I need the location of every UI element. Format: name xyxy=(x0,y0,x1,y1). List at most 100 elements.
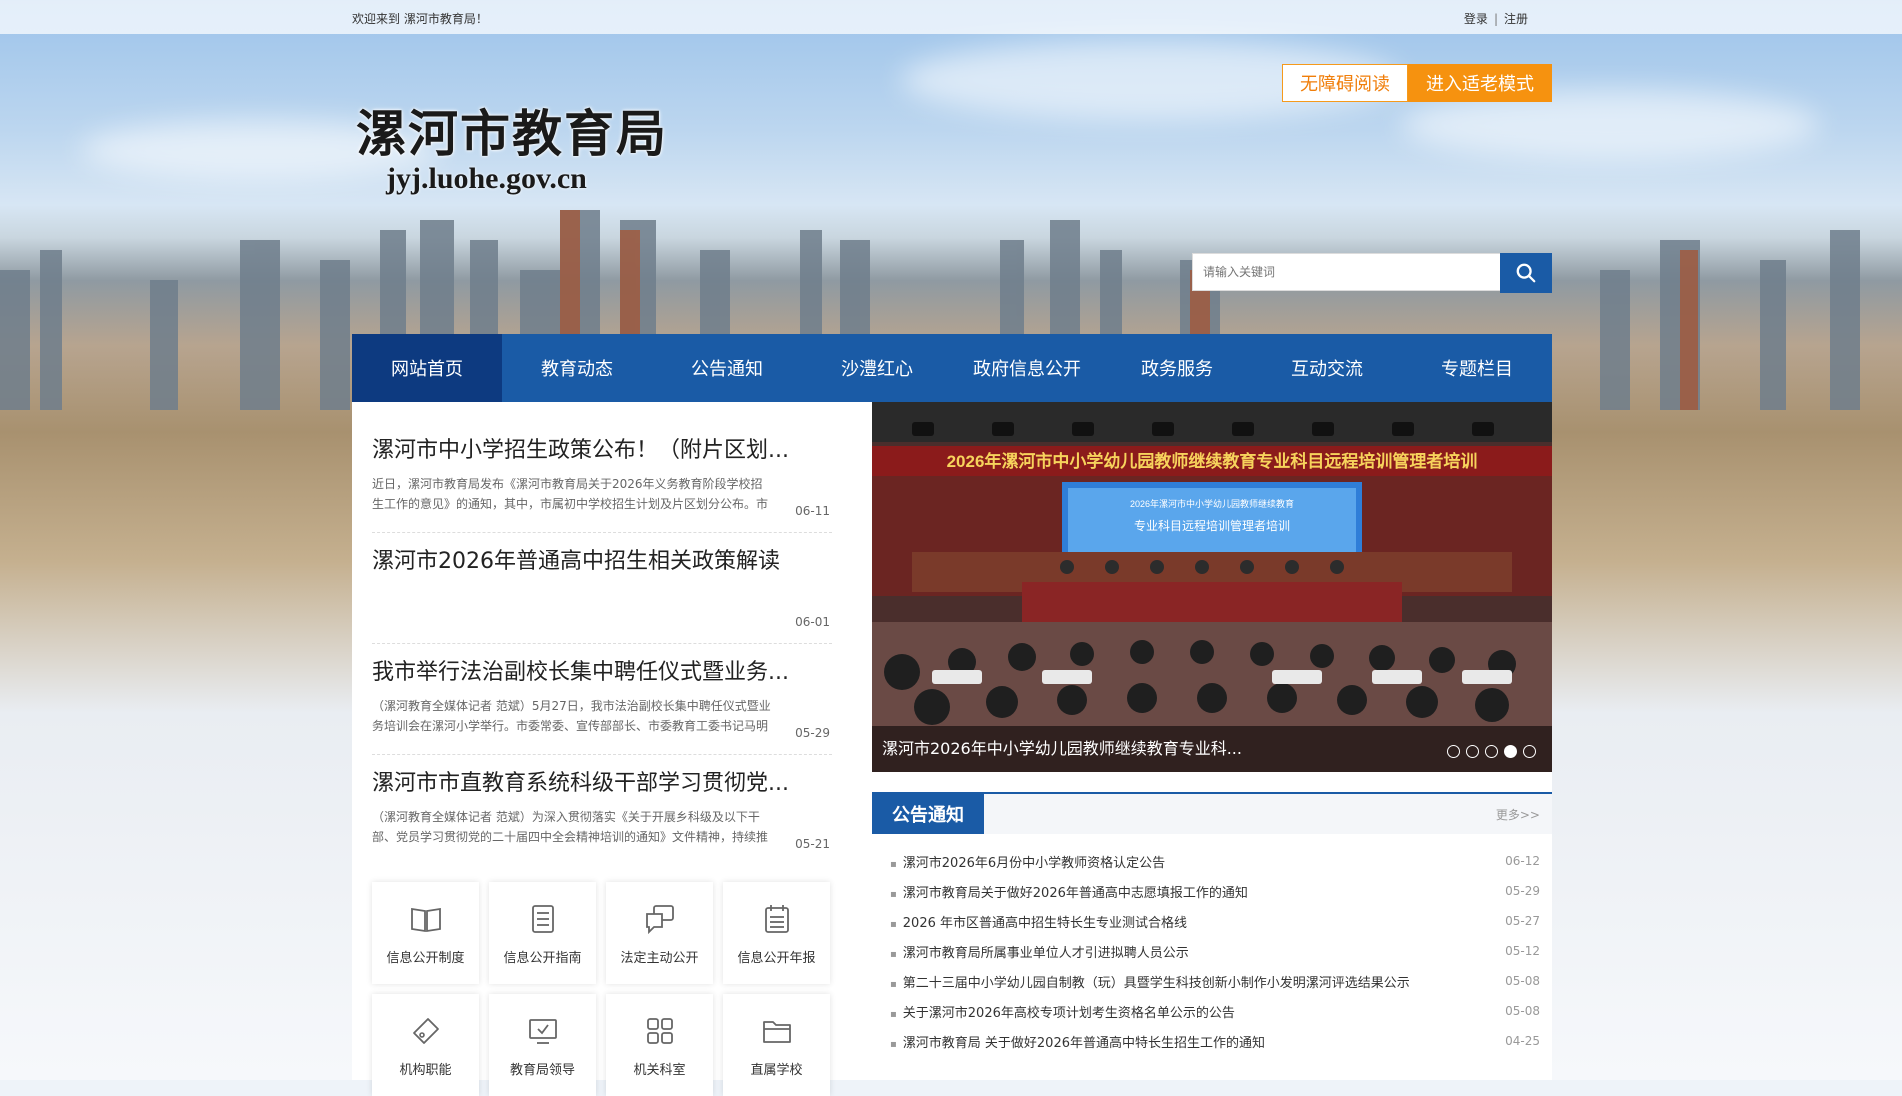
nav-home[interactable]: 网站首页 xyxy=(352,334,502,402)
notice-date: 05-29 xyxy=(1505,884,1540,898)
auth-separator: | xyxy=(1493,12,1498,26)
register-link[interactable]: 注册 xyxy=(1504,12,1528,26)
news-item: 漯河市2026年普通高中招生相关政策解读 06-01 xyxy=(372,533,832,644)
grid-item-label: 直属学校 xyxy=(750,1062,803,1078)
slide-screen-subtitle: 专业科目远程培训管理者培训 xyxy=(1134,518,1290,533)
nav-announcements[interactable]: 公告通知 xyxy=(652,334,802,402)
news-date: 06-01 xyxy=(795,615,830,629)
main-nav: 网站首页 教育动态 公告通知 沙澧红心 政府信息公开 政务服务 互动交流 专题栏… xyxy=(352,334,1552,402)
grid-item-disclosure-guide[interactable]: 信息公开指南 xyxy=(489,882,596,984)
notice-item: 漯河市2026年6月份中小学教师资格认定公告 06-12 xyxy=(890,846,1540,876)
notice-item: 关于漯河市2026年高校专项计划考生资格名单公示的公告 05-08 xyxy=(890,996,1540,1026)
nav-interaction[interactable]: 互动交流 xyxy=(1252,334,1402,402)
grid-item-label: 机构职能 xyxy=(399,1062,452,1078)
nav-gov-services[interactable]: 政务服务 xyxy=(1102,334,1252,402)
grid-icon xyxy=(646,1017,673,1044)
grid-item-disclosure-rules[interactable]: 信息公开制度 xyxy=(372,882,479,984)
news-item: 漯河市中小学招生政策公布！（附片区划... 近日，漯河市教育局发布《漯河市教育局… xyxy=(372,422,832,533)
grid-item-annual-report[interactable]: 信息公开年报 xyxy=(723,882,830,984)
slider-dot[interactable] xyxy=(1466,745,1479,758)
notice-title[interactable]: 2026 年市区普通高中招生特长生专业测试合格线 xyxy=(890,912,1187,931)
slider-dots xyxy=(1447,745,1536,758)
search-icon xyxy=(1516,263,1536,283)
monitor-icon xyxy=(528,1018,557,1044)
grid-item-functions[interactable]: 机构职能 xyxy=(372,994,479,1096)
grid-item-statutory-disclosure[interactable]: 法定主动公开 xyxy=(606,882,713,984)
notice-date: 05-08 xyxy=(1505,1004,1540,1018)
auth-links: 登录 | 注册 xyxy=(1464,10,1528,27)
grid-item-affiliated-schools[interactable]: 直属学校 xyxy=(723,994,830,1096)
notice-item: 漯河市教育局关于做好2026年普通高中志愿填报工作的通知 05-29 xyxy=(890,876,1540,906)
notice-date: 05-27 xyxy=(1505,914,1540,928)
welcome-text: 欢迎来到 漯河市教育局！ xyxy=(352,12,488,26)
search-button[interactable] xyxy=(1500,253,1552,293)
notice-date: 04-25 xyxy=(1505,1034,1540,1048)
slide-banner-text: 2026年漯河市中小学幼儿园教师继续教育专业科目远程培训管理者培训 xyxy=(947,451,1478,471)
info-disclosure-grid: 信息公开制度 信息公开指南 法定主动公开 信息公开年报 机构职能 教育局领导 机… xyxy=(372,882,832,1096)
logo-domain: jyj.luohe.gov.cn xyxy=(386,162,587,195)
news-title[interactable]: 漯河市2026年普通高中招生相关政策解读 xyxy=(372,533,832,575)
calendar-icon xyxy=(764,904,789,933)
notice-date: 05-08 xyxy=(1505,974,1540,988)
nav-education-news[interactable]: 教育动态 xyxy=(502,334,652,402)
search-bar xyxy=(1192,253,1552,293)
notice-title[interactable]: 漯河市2026年6月份中小学教师资格认定公告 xyxy=(890,852,1165,871)
notice-title[interactable]: 第二十三届中小学幼儿园自制教（玩）具暨学生科技创新小制作小发明漯河评选结果公示 xyxy=(890,972,1410,991)
slider-dot-active[interactable] xyxy=(1504,745,1517,758)
top-bar: 欢迎来到 漯河市教育局！ 登录 | 注册 xyxy=(0,0,1902,34)
news-summary xyxy=(372,585,772,625)
news-date: 05-21 xyxy=(795,837,830,851)
notice-title[interactable]: 漯河市教育局关于做好2026年普通高中志愿填报工作的通知 xyxy=(890,882,1248,901)
grid-item-label: 教育局领导 xyxy=(509,1062,575,1078)
photo-slider[interactable]: 2026年漯河市中小学幼儿园教师继续教育专业科目远程培训管理者培训 2026年漯… xyxy=(872,402,1552,772)
grid-item-label: 法定主动公开 xyxy=(620,950,699,966)
news-summary: （漯河教育全媒体记者 范斌）为深入贯彻落实《关于开展乡科级及以下干部、党员学习贯… xyxy=(372,810,769,844)
tag-icon xyxy=(412,1017,439,1044)
grid-item-label: 信息公开指南 xyxy=(503,950,582,966)
barrier-free-button[interactable]: 无障碍阅读 xyxy=(1282,64,1408,102)
nav-gov-info-disclosure[interactable]: 政府信息公开 xyxy=(952,334,1102,402)
accessibility-buttons: 无障碍阅读 进入适老模式 xyxy=(1282,64,1552,102)
notice-panel: 公告通知 更多>> 漯河市2026年6月份中小学教师资格认定公告 06-12 漯河… xyxy=(872,792,1552,1056)
search-input[interactable] xyxy=(1192,253,1500,291)
elder-mode-button[interactable]: 进入适老模式 xyxy=(1408,64,1552,102)
notice-item: 第二十三届中小学幼儿园自制教（玩）具暨学生科技创新小制作小发明漯河评选结果公示 0… xyxy=(890,966,1540,996)
news-item: 漯河市市直教育系统科级干部学习贯彻党... （漯河教育全媒体记者 范斌）为深入贯… xyxy=(372,755,832,865)
notice-tab[interactable]: 公告通知 xyxy=(872,794,984,834)
notice-title[interactable]: 漯河市教育局 关于做好2026年普通高中特长生招生工作的通知 xyxy=(890,1032,1265,1051)
book-icon xyxy=(410,907,441,932)
notice-more-link[interactable]: 更多>> xyxy=(1496,806,1540,823)
grid-item-label: 信息公开年报 xyxy=(737,950,816,966)
news-item: 我市举行法治副校长集中聘任仪式暨业务... （漯河教育全媒体记者 范斌）5月27… xyxy=(372,644,832,755)
grid-item-leadership[interactable]: 教育局领导 xyxy=(489,994,596,1096)
slide-photo: 2026年漯河市中小学幼儿园教师继续教育专业科目远程培训管理者培训 2026年漯… xyxy=(872,402,1552,772)
news-date: 06-11 xyxy=(795,504,830,518)
chat-icon xyxy=(645,904,674,934)
logo-chinese-name: 漯河市教育局 xyxy=(356,104,668,163)
notice-date: 05-12 xyxy=(1505,944,1540,958)
news-title[interactable]: 漯河市市直教育系统科级干部学习贯彻党... xyxy=(372,755,832,797)
grid-item-departments[interactable]: 机关科室 xyxy=(606,994,713,1096)
news-summary: （漯河教育全媒体记者 范斌）5月27日，我市法治副校长集中聘任仪式暨业务培训会在… xyxy=(372,699,771,733)
news-title[interactable]: 漯河市中小学招生政策公布！（附片区划... xyxy=(372,422,832,464)
slider-dot[interactable] xyxy=(1523,745,1536,758)
notice-header: 公告通知 更多>> xyxy=(872,792,1552,834)
notice-title[interactable]: 关于漯河市2026年高校专项计划考生资格名单公示的公告 xyxy=(890,1002,1235,1021)
slide-screen-title: 2026年漯河市中小学幼儿园教师继续教育 xyxy=(1130,498,1294,509)
notice-list: 漯河市2026年6月份中小学教师资格认定公告 06-12 漯河市教育局关于做好20… xyxy=(872,846,1552,1056)
notice-item: 漯河市教育局所属事业单位人才引进拟聘人员公示 05-12 xyxy=(890,936,1540,966)
grid-item-label: 机关科室 xyxy=(633,1062,686,1078)
slider-dot[interactable] xyxy=(1447,745,1460,758)
slider-dot[interactable] xyxy=(1485,745,1498,758)
notice-title[interactable]: 漯河市教育局所属事业单位人才引进拟聘人员公示 xyxy=(890,942,1189,961)
news-date: 05-29 xyxy=(795,726,830,740)
notice-date: 06-12 xyxy=(1505,854,1540,868)
nav-shali-red-heart[interactable]: 沙澧红心 xyxy=(802,334,952,402)
notice-item: 2026 年市区普通高中招生特长生专业测试合格线 05-27 xyxy=(890,906,1540,936)
news-title[interactable]: 我市举行法治副校长集中聘任仪式暨业务... xyxy=(372,644,832,686)
news-summary: 近日，漯河市教育局发布《漯河市教育局关于2026年义务教育阶段学校招生工作的意见… xyxy=(372,477,769,511)
document-icon xyxy=(531,904,554,933)
site-logo[interactable]: 漯河市教育局 jyj.luohe.gov.cn xyxy=(356,94,668,196)
nav-special-topics[interactable]: 专题栏目 xyxy=(1402,334,1552,402)
login-link[interactable]: 登录 xyxy=(1464,12,1488,26)
